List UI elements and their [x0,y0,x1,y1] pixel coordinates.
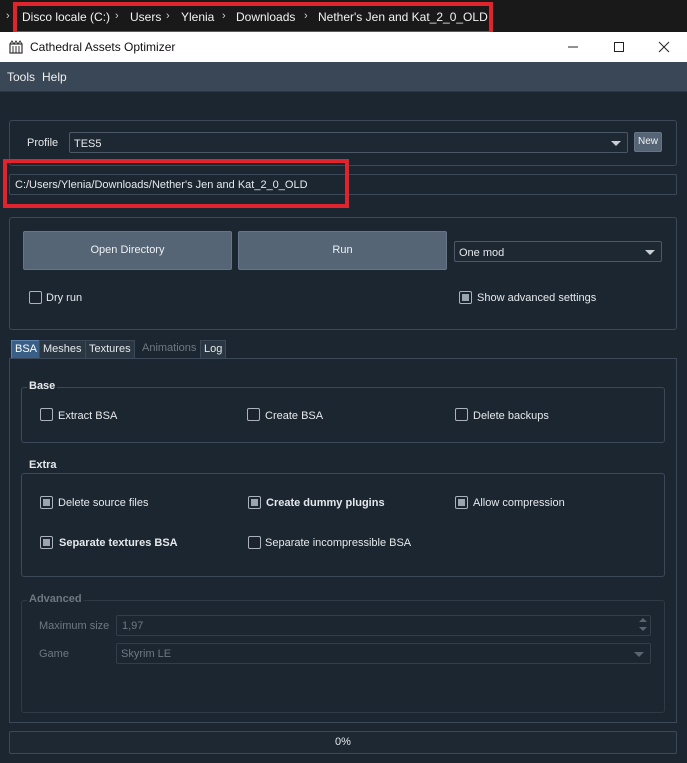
chevron-right-icon: › [115,10,119,22]
menu-help[interactable]: Help [42,70,67,84]
breadcrumb-item-ylenia[interactable]: Ylenia [181,10,214,24]
delete-backups-label: Delete backups [473,410,549,422]
extra-title: Extra [27,459,59,471]
extract-bsa-label: Extract BSA [58,410,118,422]
create-bsa-label: Create BSA [265,410,324,422]
progress-text: 0% [335,736,351,748]
breadcrumb-item-downloads[interactable]: Downloads [236,10,295,24]
max-size-value: 1,97 [122,620,144,632]
dry-run-checkbox[interactable] [29,291,42,304]
new-profile-button[interactable]: New [634,132,662,152]
open-directory-button[interactable]: Open Directory [23,231,232,270]
window-title: Cathedral Assets Optimizer [30,40,176,54]
tab-animations: Animations [142,342,197,354]
path-field[interactable]: C:/Users/Ylenia/Downloads/Nether's Jen a… [9,174,677,195]
breadcrumb-item-drive[interactable]: Disco locale (C:) [22,10,110,24]
chevron-down-icon [634,652,644,657]
chevron-right-icon: › [6,10,10,22]
max-size-label: Maximum size [39,620,110,632]
explorer-breadcrumb-bar: › Disco locale (C:) › Users › Ylenia › D… [0,0,687,36]
allow-compression-checkbox[interactable] [455,496,468,509]
menu-bar: Tools Help [0,62,687,92]
base-group [21,387,665,443]
breadcrumb-item-users[interactable]: Users [130,10,161,24]
profile-select[interactable]: TES5 [69,132,628,153]
progress-bar: 0% [9,731,677,754]
show-advanced-label: Show advanced settings [477,292,597,304]
mode-value: One mod [459,247,505,259]
chevron-down-icon [611,141,621,146]
show-advanced-checkbox[interactable] [459,291,472,304]
run-button[interactable]: Run [238,231,447,270]
chevron-down-icon [645,250,655,255]
close-button[interactable] [641,32,687,62]
separate-incompressible-label: Separate incompressible BSA [265,537,412,549]
close-icon [658,41,670,53]
game-select: Skyrim LE [116,643,651,664]
tab-bsa[interactable]: BSA [11,340,42,359]
advanced-title: Advanced [27,593,84,605]
chevron-right-icon: › [166,10,170,22]
extract-bsa-checkbox[interactable] [40,408,53,421]
chevron-right-icon: › [304,10,308,22]
profile-label: Profile [27,137,59,149]
tab-meshes[interactable]: Meshes [39,340,86,359]
create-bsa-checkbox[interactable] [247,408,260,421]
game-value: Skyrim LE [121,648,172,660]
base-title: Base [27,380,58,392]
separate-textures-checkbox[interactable] [40,536,53,549]
breadcrumb-item-folder[interactable]: Nether's Jen and Kat_2_0_OLD [318,10,488,24]
separate-textures-label: Separate textures BSA [59,537,178,549]
allow-compression-label: Allow compression [473,497,565,509]
delete-source-label: Delete source files [58,497,149,509]
menu-tools[interactable]: Tools [7,70,35,84]
spin-up-icon [639,618,647,622]
extra-group [21,473,665,577]
chevron-right-icon: › [222,10,226,22]
tab-textures[interactable]: Textures [85,340,135,359]
cathedral-icon [9,40,23,54]
delete-backups-checkbox[interactable] [455,408,468,421]
maximize-icon [614,42,624,52]
max-size-spinbox: 1,97 [116,615,651,636]
maximize-button[interactable] [596,32,642,62]
game-label: Game [39,648,69,660]
create-dummy-label: Create dummy plugins [266,497,385,509]
create-dummy-checkbox[interactable] [248,496,261,509]
tab-log[interactable]: Log [200,340,227,359]
window-titlebar: Cathedral Assets Optimizer [0,32,687,62]
minimize-icon [568,46,578,48]
path-value: C:/Users/Ylenia/Downloads/Nether's Jen a… [15,179,308,191]
delete-source-checkbox[interactable] [40,496,53,509]
separate-incompressible-checkbox[interactable] [248,536,261,549]
mode-select[interactable]: One mod [454,241,662,262]
minimize-button[interactable] [550,32,596,62]
spin-down-icon [639,627,647,631]
profile-value: TES5 [74,138,102,150]
dry-run-label: Dry run [46,292,83,304]
